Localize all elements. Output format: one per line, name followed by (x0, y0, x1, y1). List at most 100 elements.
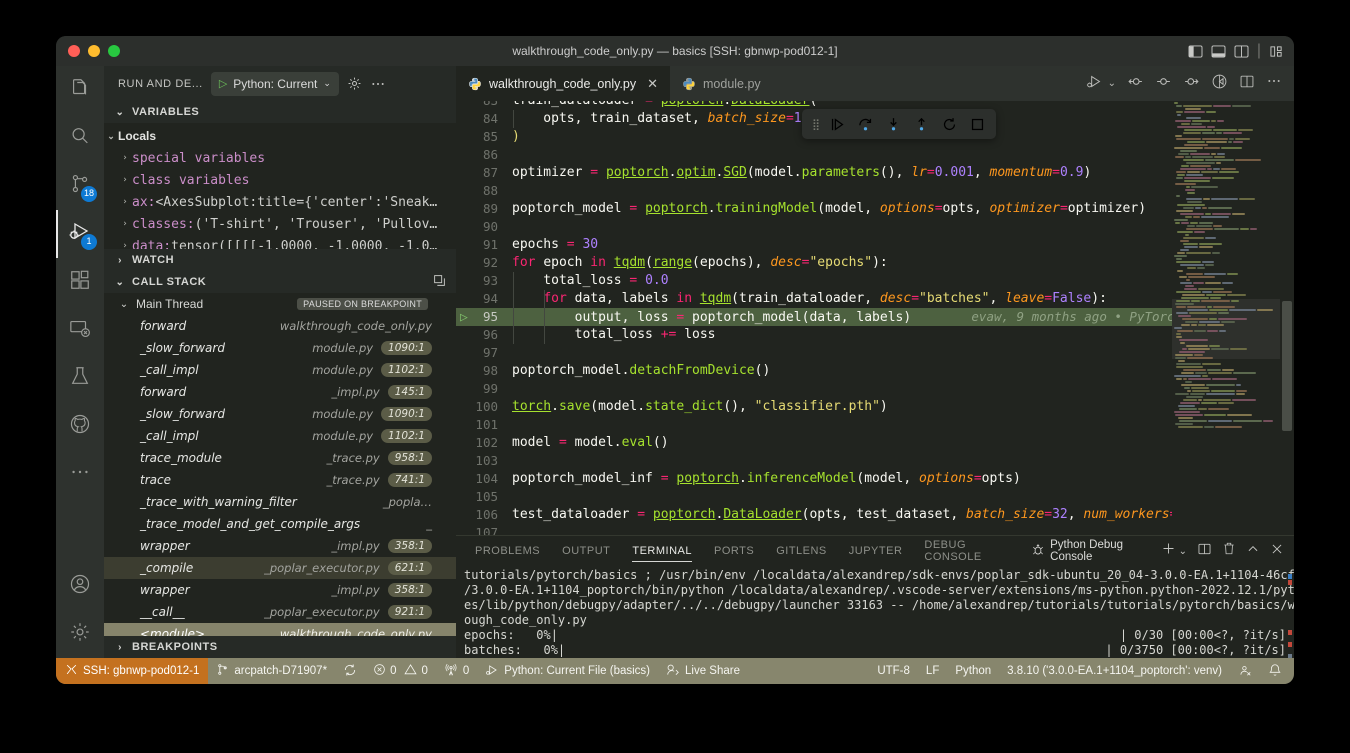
tab-walkthrough-code-only[interactable]: walkthrough_code_only.py ✕ (456, 66, 670, 101)
line-number[interactable]: 84 (456, 110, 512, 128)
debug-toolbar[interactable]: ⣿ (802, 109, 996, 139)
section-header-breakpoints[interactable]: › BREAKPOINTS (104, 636, 456, 658)
toggle-secondary-sidebar-icon[interactable] (1234, 45, 1249, 58)
commit-prev-icon[interactable] (1127, 73, 1144, 95)
code-line[interactable]: 87optimizer = poptorch.optim.SGD(model.p… (456, 164, 1294, 182)
plus-icon[interactable] (1161, 541, 1176, 561)
variable-row[interactable]: › ax: <AxesSubplot:title={'center':'Snea… (104, 191, 456, 213)
code-line[interactable]: 104poptorch_model_inf = poptorch.inferen… (456, 470, 1294, 488)
chevron-down-icon[interactable]: ⌄ (1179, 546, 1187, 557)
minimap[interactable] (1172, 101, 1280, 535)
activity-item-remote-explorer[interactable] (56, 306, 104, 354)
toggle-primary-sidebar-icon[interactable] (1188, 45, 1203, 58)
stack-frame-row[interactable]: _compile_poplar_executor.py621:1 (104, 557, 456, 579)
panel-tab-ports[interactable]: PORTS (703, 536, 765, 566)
step-out-button[interactable] (913, 116, 930, 133)
status-problems[interactable]: 0 0 (365, 658, 436, 684)
status-sync[interactable] (335, 658, 365, 684)
grip-icon[interactable]: ⣿ (812, 118, 818, 131)
activity-item-more-views[interactable] (56, 450, 104, 498)
stack-frame-row[interactable]: trace_trace.py741:1 (104, 469, 456, 491)
code-line[interactable]: 99 (456, 380, 1294, 398)
call-stack-tree[interactable]: ⌄ Main Thread PAUSED ON BREAKPOINT forwa… (104, 293, 456, 636)
stack-frame-row[interactable]: _call_implmodule.py1102:1 (104, 359, 456, 381)
copy-call-stack-icon[interactable] (433, 274, 456, 290)
line-number[interactable]: 87 (456, 164, 512, 182)
line-number[interactable]: 86 (456, 146, 512, 164)
ellipsis-icon[interactable] (1266, 73, 1282, 94)
variables-scope-locals[interactable]: ⌄ Locals (104, 125, 456, 147)
chevron-down-icon[interactable]: ⌄ (1108, 78, 1116, 89)
activity-item-manage-settings[interactable] (56, 610, 104, 658)
code-line[interactable]: 92for epoch in tqdm(range(epochs), desc=… (456, 254, 1294, 272)
activity-item-explorer[interactable] (56, 66, 104, 114)
variable-row[interactable]: › special variables (104, 147, 456, 169)
line-number[interactable]: 100 (456, 398, 512, 416)
continue-button[interactable] (829, 116, 846, 133)
code-line[interactable]: 91epochs = 30 (456, 236, 1294, 254)
code-line[interactable]: 105 (456, 488, 1294, 506)
line-number[interactable]: 88 (456, 182, 512, 200)
variable-row[interactable]: › data: tensor([[[[-1.0000, -1.0000, -1.… (104, 235, 456, 249)
line-number[interactable]: 93 (456, 272, 512, 290)
run-play-icon[interactable] (1086, 73, 1103, 95)
split-icon[interactable] (1197, 542, 1212, 561)
panel-tab-gitlens[interactable]: GITLENS (765, 536, 838, 566)
code-line[interactable]: 89poptorch_model = poptorch.trainingMode… (456, 200, 1294, 218)
stack-frame-row[interactable]: __call___poplar_executor.py921:1 (104, 601, 456, 623)
line-number[interactable]: 91 (456, 236, 512, 254)
code-line[interactable]: 106test_dataloader = poptorch.DataLoader… (456, 506, 1294, 524)
line-number[interactable]: 95▷ (456, 308, 512, 326)
chevron-up-icon[interactable] (1246, 542, 1260, 561)
line-number[interactable]: 96 (456, 326, 512, 344)
variables-tree[interactable]: ⌄ Locals › special variables › class var… (104, 123, 456, 249)
blame-icon[interactable] (1211, 73, 1228, 95)
restart-button[interactable] (941, 116, 958, 133)
code-line[interactable]: 101 (456, 416, 1294, 434)
activity-item-extensions[interactable] (56, 258, 104, 306)
code-line[interactable]: 107 (456, 524, 1294, 535)
status-language-mode[interactable]: Python (947, 658, 999, 684)
debug-settings-gear-icon[interactable] (347, 76, 362, 91)
code-line[interactable]: 93 total_loss = 0.0 (456, 272, 1294, 290)
line-number[interactable]: 92 (456, 254, 512, 272)
close-window-button[interactable] (68, 45, 80, 57)
panel-tab-output[interactable]: OUTPUT (551, 536, 621, 566)
status-encoding[interactable]: UTF-8 (869, 658, 918, 684)
line-number[interactable]: 83 (456, 101, 512, 110)
activity-item-github[interactable] (56, 402, 104, 450)
line-number[interactable]: 94 (456, 290, 512, 308)
status-python-interpreter[interactable]: 3.8.10 ('3.0.0-EA.1+1104_poptorch': venv… (999, 658, 1230, 684)
code-line[interactable]: 97 (456, 344, 1294, 362)
code-line[interactable]: 103 (456, 452, 1294, 470)
activity-item-testing[interactable] (56, 354, 104, 402)
line-number[interactable]: 97 (456, 344, 512, 362)
stack-frame-row[interactable]: wrapper_impl.py358:1 (104, 579, 456, 601)
code-line[interactable]: 88 (456, 182, 1294, 200)
scrollbar-thumb[interactable] (1282, 301, 1292, 431)
activity-item-run-and-debug[interactable]: 1 (56, 210, 104, 258)
panel-tab-problems[interactable]: PROBLEMS (464, 536, 551, 566)
maximize-window-button[interactable] (108, 45, 120, 57)
panel-tab-terminal[interactable]: TERMINAL (621, 536, 703, 566)
code-line[interactable]: 96 total_loss += loss (456, 326, 1294, 344)
stack-frame-row[interactable]: _call_implmodule.py1102:1 (104, 425, 456, 447)
code-line[interactable]: 102model = model.eval() (456, 434, 1294, 452)
code-lines[interactable]: 83train_dataloader = poptorch.DataLoader… (456, 101, 1294, 535)
commit-icon[interactable] (1155, 73, 1172, 95)
stack-frame-row[interactable]: _slow_forwardmodule.py1090:1 (104, 403, 456, 425)
line-number[interactable]: 104 (456, 470, 512, 488)
activity-item-source-control[interactable]: 18 (56, 162, 104, 210)
thread-row-main[interactable]: ⌄ Main Thread PAUSED ON BREAKPOINT (104, 293, 456, 315)
trash-icon[interactable] (1222, 541, 1236, 561)
status-live-share[interactable]: Live Share (658, 658, 748, 684)
stack-frame-row[interactable]: <module>walkthrough_code_only.py (104, 623, 456, 636)
status-radio-tower[interactable]: 0 (436, 658, 477, 684)
split-editor-icon[interactable] (1239, 74, 1255, 94)
minimize-window-button[interactable] (88, 45, 100, 57)
step-into-button[interactable] (885, 116, 902, 133)
code-line[interactable]: 90 (456, 218, 1294, 236)
stack-frame-row[interactable]: wrapper_impl.py358:1 (104, 535, 456, 557)
section-header-variables[interactable]: ⌄ VARIABLES (104, 101, 456, 123)
line-number[interactable]: 89 (456, 200, 512, 218)
